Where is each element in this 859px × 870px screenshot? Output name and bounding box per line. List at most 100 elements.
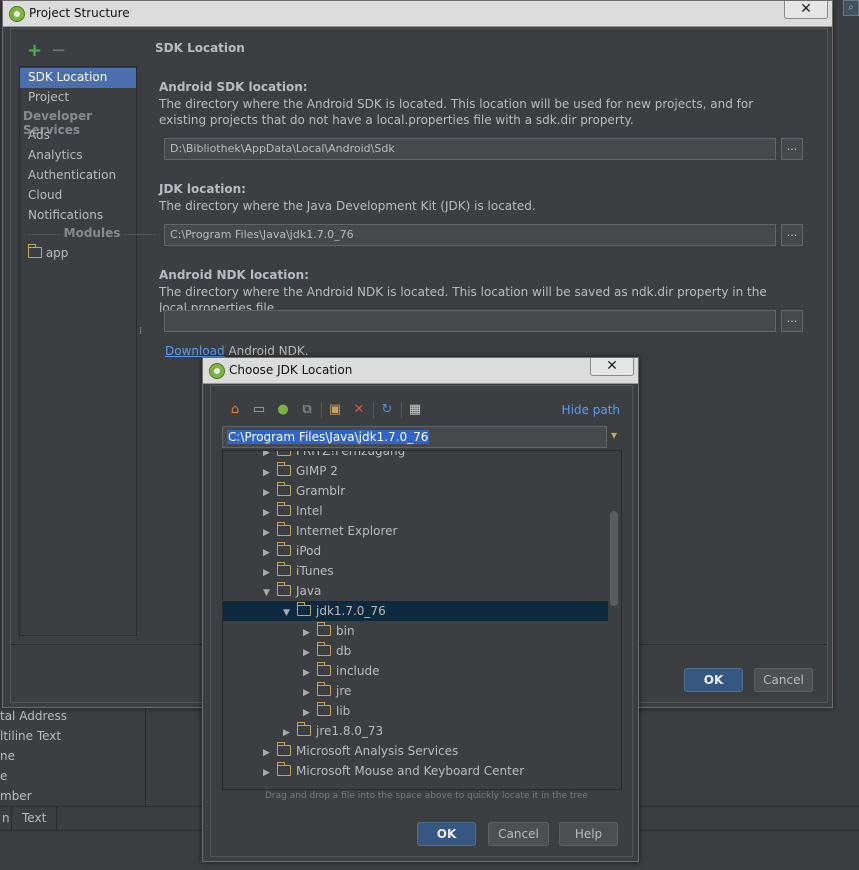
sidebar-item-ads[interactable]: Ads (20, 126, 136, 146)
tree-node[interactable]: ▶ db (303, 641, 351, 661)
sidebar-item-analytics[interactable]: Analytics (20, 146, 136, 166)
expand-icon: ▶ (303, 668, 310, 678)
drag-drop-hint: Drag and drop a file into the space abov… (265, 791, 588, 801)
tree-node[interactable]: ▶ iTunes (263, 561, 334, 581)
refresh-icon[interactable]: ↻ (379, 402, 395, 418)
tab-text[interactable]: Text (12, 807, 58, 831)
tree-node[interactable]: ▼ Java (263, 581, 321, 601)
tree-node[interactable]: ▶ Internet Explorer (263, 521, 397, 541)
splitter-handle[interactable]: ⁞ (139, 327, 142, 337)
android-sdk-browse-button[interactable]: ... (781, 138, 803, 160)
close-button[interactable]: ✕ (590, 358, 634, 376)
sidebar-item-app[interactable]: app (20, 244, 136, 264)
tree-node[interactable]: ▶ FRITZ!Fernzugang (263, 451, 405, 461)
search-everywhere-icon[interactable]: ⌕ (843, 0, 859, 16)
jdk-browse-button[interactable]: ... (781, 224, 803, 246)
tree-node[interactable]: ▶ Gramblr (263, 481, 345, 501)
cancel-button[interactable]: Cancel (754, 668, 813, 692)
home-icon[interactable]: ⌂ (227, 402, 243, 418)
collapse-icon: ▼ (263, 588, 270, 598)
expand-icon: ▶ (263, 748, 270, 758)
expand-icon: ▶ (303, 628, 310, 638)
tree-node-selected[interactable]: ▼ jdk1.7.0_76 (283, 601, 386, 621)
tab-design[interactable]: n (0, 807, 12, 831)
download-ndk-link[interactable]: Download (165, 344, 225, 358)
tree-node[interactable]: ▶ lib (303, 701, 350, 721)
title-bar[interactable]: Project Structure ✕ (3, 1, 832, 27)
show-hidden-icon[interactable]: ▦ (407, 402, 423, 418)
tree-node[interactable]: ▶ Microsoft Mouse and Keyboard Center (263, 761, 524, 781)
new-folder-icon[interactable]: ▣ (327, 402, 343, 418)
folder-icon (316, 702, 331, 716)
desktop-icon[interactable]: ▭ (251, 402, 267, 418)
delete-icon[interactable]: ✕ (351, 402, 367, 418)
sidebar-item-authentication[interactable]: Authentication (20, 166, 136, 186)
ndk-path-input[interactable] (164, 310, 776, 332)
cancel-button[interactable]: Cancel (488, 822, 549, 846)
sidebar-item-cloud[interactable]: Cloud (20, 186, 136, 206)
sidebar-item-project[interactable]: Project (20, 88, 136, 108)
toolbar-separator (321, 402, 322, 418)
folder-icon (276, 482, 291, 496)
folder-icon (316, 662, 331, 676)
collapse-icon: ▼ (283, 608, 290, 618)
expand-icon: ▶ (263, 488, 270, 498)
tree-node[interactable]: ▶ Intel (263, 501, 323, 521)
page-title: SDK Location (155, 41, 245, 55)
project-icon[interactable]: ● (275, 402, 291, 418)
folder-icon (316, 622, 331, 636)
folder-icon (276, 582, 291, 596)
expand-icon: ▶ (263, 508, 270, 518)
help-button[interactable]: Help (559, 822, 618, 846)
folder-icon (296, 602, 311, 616)
tree-node[interactable]: ▶ iPod (263, 541, 321, 561)
palette-item[interactable]: mber (0, 789, 32, 803)
sidebar-group-modules: Modules (28, 224, 156, 244)
tree-scrollbar[interactable] (610, 511, 618, 606)
module-folder-icon (27, 244, 42, 258)
tree-node[interactable]: ▶ jre1.8.0_73 (283, 721, 383, 741)
file-tree[interactable]: ▶ FRITZ!Fernzugang ▶ GIMP 2 ▶ Gramblr ▶ Inte… (222, 450, 622, 790)
expand-icon: ▶ (303, 688, 310, 698)
folder-icon (316, 682, 331, 696)
android-sdk-description: The directory where the Android SDK is l… (159, 97, 754, 127)
expand-icon: ▶ (303, 648, 310, 658)
hide-path-link[interactable]: Hide path (562, 403, 620, 417)
expand-icon: ▶ (283, 728, 290, 738)
expand-icon: ▶ (263, 768, 270, 778)
expand-icon: ▶ (303, 708, 310, 718)
expand-icon: ▶ (263, 468, 270, 478)
sidebar-item-sdk-location[interactable]: SDK Location (20, 68, 136, 88)
ndk-label: Android NDK location: (159, 268, 309, 282)
folder-icon (276, 742, 291, 756)
path-input[interactable]: C:\Program Files\Java\jdk1.7.0_76 (222, 426, 607, 448)
ndk-browse-button[interactable]: ... (781, 310, 803, 332)
android-sdk-label: Android SDK location: (159, 80, 308, 94)
tree-node[interactable]: ▶ jre (303, 681, 351, 701)
tree-selection (223, 601, 608, 621)
close-button[interactable]: ✕ (784, 1, 828, 19)
remove-icon[interactable]: − (51, 42, 66, 60)
module-label: app (45, 246, 69, 260)
palette-item[interactable]: e (0, 769, 7, 783)
tree-node[interactable]: ▶ GIMP 2 (263, 461, 338, 481)
folder-icon (296, 722, 311, 736)
title-bar[interactable]: Choose JDK Location ✕ (203, 358, 638, 384)
android-sdk-path-input[interactable]: D:\Bibliothek\AppData\Local\Android\Sdk (164, 138, 776, 160)
ok-button[interactable]: OK (684, 668, 743, 692)
toolbar-separator (373, 402, 374, 418)
path-history-icon[interactable]: ▾ (611, 428, 625, 444)
palette-item[interactable]: tal Address (0, 709, 67, 723)
toolbar-separator (401, 402, 402, 418)
jdk-path-input[interactable]: C:\Program Files\Java\jdk1.7.0_76 (164, 224, 776, 246)
tree-node[interactable]: ▶ bin (303, 621, 355, 641)
palette-item[interactable]: ne (0, 749, 15, 763)
tree-node[interactable]: ▶ include (303, 661, 379, 681)
sidebar-item-notifications[interactable]: Notifications (20, 206, 136, 226)
add-icon[interactable]: + (27, 42, 42, 60)
palette-item[interactable]: ltiline Text (0, 729, 61, 743)
ok-button[interactable]: OK (417, 822, 476, 846)
module-icon[interactable]: ⧉ (299, 402, 315, 418)
folder-icon (276, 462, 291, 476)
tree-node[interactable]: ▶ Microsoft Analysis Services (263, 741, 458, 761)
